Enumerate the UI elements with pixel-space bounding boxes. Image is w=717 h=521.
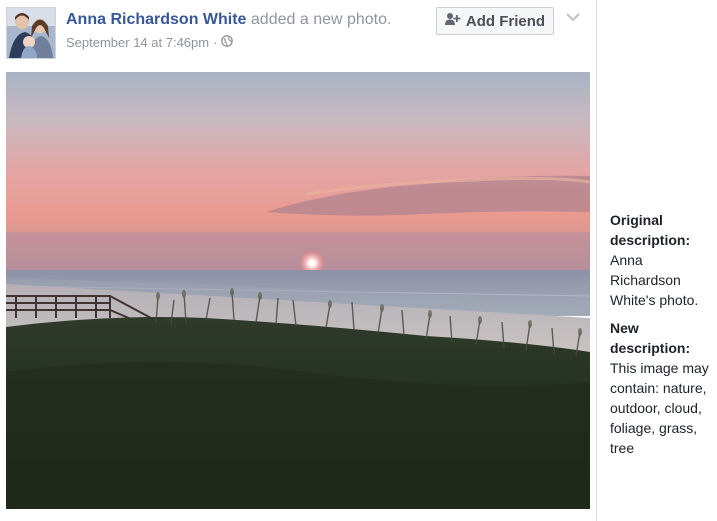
original-description-heading: Original description:: [610, 212, 691, 248]
post-meta: September 14 at 7:46pm ·: [66, 35, 234, 50]
profile-avatar[interactable]: [6, 7, 56, 59]
post-header: Anna Richardson White added a new photo.: [66, 10, 391, 30]
post-action-text: added a new photo.: [250, 11, 392, 28]
add-person-icon: [444, 12, 461, 30]
new-description-heading: New description:: [610, 320, 691, 356]
description-panel: Original description: Anna Richardson Wh…: [610, 210, 715, 458]
post-timestamp[interactable]: September 14 at 7:46pm: [66, 35, 209, 50]
original-description-text: Anna Richardson White's photo.: [610, 252, 699, 308]
avatar-photo: [7, 8, 55, 58]
author-name-link[interactable]: Anna Richardson White: [66, 11, 246, 28]
globe-icon[interactable]: [221, 35, 234, 50]
meta-separator: ·: [213, 35, 218, 50]
sunset-beach-image: [6, 72, 590, 509]
feed-post: Anna Richardson White added a new photo.…: [0, 0, 597, 521]
post-photo[interactable]: [6, 72, 590, 509]
new-description-text: This image may contain: nature, outdoor,…: [610, 360, 709, 456]
add-friend-button[interactable]: Add Friend: [436, 7, 554, 35]
add-friend-label: Add Friend: [465, 12, 546, 30]
chevron-down-icon[interactable]: [565, 10, 581, 24]
